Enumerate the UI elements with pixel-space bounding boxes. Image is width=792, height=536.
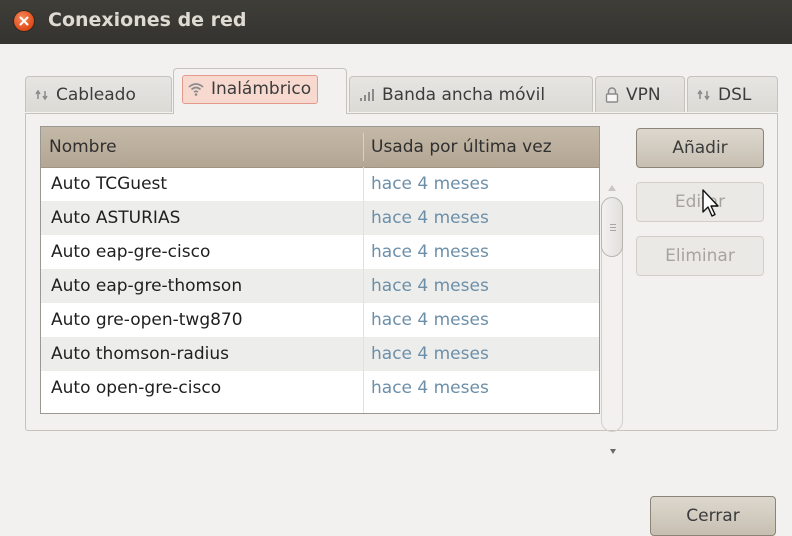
dsl-network-icon bbox=[697, 89, 710, 100]
column-header-last-used[interactable]: Usada por última vez bbox=[371, 127, 552, 167]
connections-table: Nombre Usada por última vez Auto TCGuest… bbox=[40, 126, 600, 414]
tab-inalambrico[interactable]: Inalámbrico bbox=[173, 68, 347, 114]
connection-name: Auto open-gre-cisco bbox=[51, 378, 222, 398]
column-divider bbox=[363, 167, 364, 413]
window-close-button[interactable] bbox=[14, 11, 34, 31]
mouse-pointer-icon bbox=[702, 189, 719, 217]
connection-name: Auto TCGuest bbox=[51, 174, 168, 194]
tab-label: Inalámbrico bbox=[211, 79, 312, 99]
add-button[interactable]: Añadir bbox=[636, 128, 764, 168]
connection-name: Auto eap-gre-thomson bbox=[51, 276, 243, 296]
mobile-broadband-icon bbox=[360, 88, 374, 101]
column-header-name[interactable]: Nombre bbox=[49, 127, 117, 167]
tab-label: VPN bbox=[626, 84, 661, 105]
table-row[interactable]: Auto thomson-radius hace 4 meses bbox=[41, 337, 599, 371]
grip-line bbox=[610, 224, 616, 225]
connection-name: Auto eap-gre-cisco bbox=[51, 242, 211, 262]
connection-last-used: hace 4 meses bbox=[371, 276, 489, 296]
connection-last-used: hace 4 meses bbox=[371, 174, 489, 194]
table-row[interactable]: Auto eap-gre-cisco hace 4 meses bbox=[41, 235, 599, 269]
delete-button[interactable]: Eliminar bbox=[636, 236, 764, 276]
window-title: Conexiones de red bbox=[48, 9, 247, 31]
tab-label: DSL bbox=[718, 84, 752, 105]
scroll-down-arrow-icon[interactable] bbox=[609, 448, 617, 455]
scrollbar-thumb[interactable] bbox=[601, 197, 623, 257]
table-row[interactable]: Auto gre-open-twg870 hace 4 meses bbox=[41, 303, 599, 337]
tab-dsl[interactable]: DSL bbox=[687, 76, 778, 112]
tab-banda-ancha-movil[interactable]: Banda ancha móvil bbox=[349, 76, 593, 112]
table-row[interactable]: Auto open-gre-cisco hace 4 meses bbox=[41, 371, 599, 405]
table-header: Nombre Usada por última vez bbox=[41, 127, 599, 168]
wired-network-icon bbox=[35, 89, 48, 100]
connection-last-used: hace 4 meses bbox=[371, 344, 489, 364]
tab-cableado[interactable]: Cableado bbox=[25, 76, 172, 112]
table-row[interactable]: Auto eap-gre-thomson hace 4 meses bbox=[41, 269, 599, 303]
dialog-body: Cableado Inalámbrico Banda ancha móvil V… bbox=[0, 44, 792, 536]
table-row[interactable]: Auto TCGuest hace 4 meses bbox=[41, 167, 599, 201]
wireless-icon bbox=[188, 83, 204, 96]
vpn-lock-icon bbox=[605, 86, 619, 103]
tab-vpn[interactable]: VPN bbox=[595, 76, 685, 112]
grip-line bbox=[610, 230, 616, 231]
connection-last-used: hace 4 meses bbox=[371, 208, 489, 228]
connection-last-used: hace 4 meses bbox=[371, 242, 489, 262]
connection-name: Auto ASTURIAS bbox=[51, 208, 181, 228]
title-bar: Conexiones de red bbox=[0, 0, 792, 44]
connection-last-used: hace 4 meses bbox=[371, 310, 489, 330]
header-separator bbox=[363, 133, 364, 161]
tab-label: Banda ancha móvil bbox=[382, 84, 546, 105]
grip-line bbox=[610, 227, 616, 228]
edit-button[interactable]: Editar bbox=[636, 182, 764, 222]
close-icon bbox=[19, 16, 29, 26]
connection-last-used: hace 4 meses bbox=[371, 378, 489, 398]
close-button[interactable]: Cerrar bbox=[650, 496, 776, 536]
connection-name: Auto gre-open-twg870 bbox=[51, 310, 243, 330]
table-row[interactable]: Auto ASTURIAS hace 4 meses bbox=[41, 201, 599, 235]
scroll-up-arrow-icon[interactable] bbox=[607, 184, 617, 192]
connection-name: Auto thomson-radius bbox=[51, 344, 229, 364]
tab-label: Cableado bbox=[56, 84, 136, 105]
